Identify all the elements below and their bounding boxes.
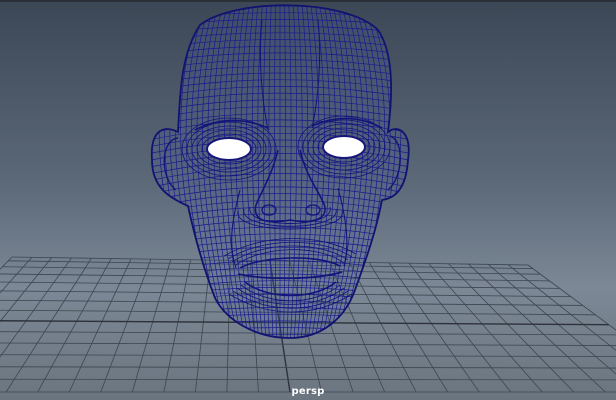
grid-line-width bbox=[0, 378, 616, 381]
grid-line-width bbox=[0, 342, 616, 346]
viewport-scene[interactable] bbox=[0, 0, 616, 400]
grid-line-depth bbox=[488, 264, 616, 375]
grid-line-depth bbox=[349, 262, 417, 393]
grid-line-depth bbox=[0, 256, 13, 270]
grid-line-width bbox=[0, 354, 616, 357]
grid-line-depth bbox=[388, 262, 480, 393]
grid-line-depth bbox=[428, 263, 543, 393]
grid-line-depth bbox=[0, 257, 53, 323]
grid-line-depth bbox=[0, 257, 72, 358]
grid-line-depth bbox=[448, 263, 575, 393]
grid-line-depth bbox=[468, 263, 606, 393]
right-eye-hole bbox=[322, 135, 366, 159]
perspective-viewport[interactable]: persp bbox=[0, 0, 616, 400]
left-eye-hole bbox=[206, 137, 252, 161]
grid-line-depth bbox=[368, 262, 449, 393]
grid-line-depth bbox=[507, 264, 616, 351]
grid-line-depth bbox=[100, 259, 152, 393]
grid-line-depth bbox=[131, 259, 172, 393]
grid-line-depth bbox=[163, 259, 192, 393]
grid-line-depth bbox=[0, 257, 33, 294]
grid-line-depth bbox=[408, 262, 512, 393]
grid-line-depth bbox=[527, 264, 616, 331]
grid-line-width bbox=[0, 366, 616, 369]
camera-name-label: persp bbox=[291, 386, 325, 397]
